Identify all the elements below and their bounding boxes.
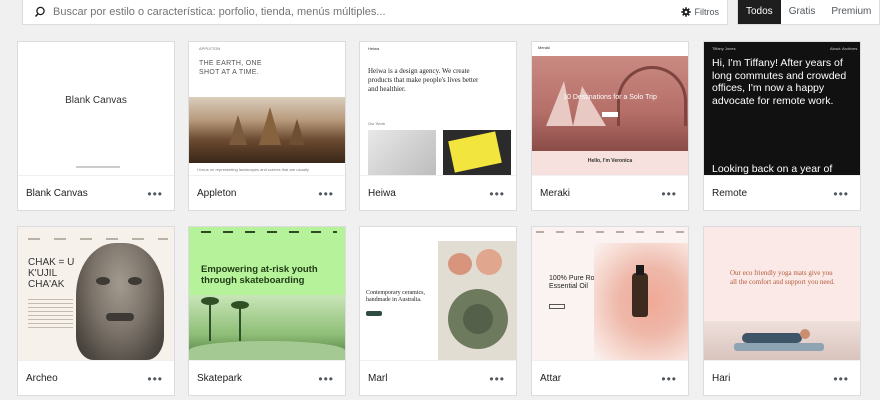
preview-text: Heiwa is a design agency. We create prod…: [368, 67, 479, 93]
more-options-icon[interactable]: •••: [833, 188, 849, 200]
more-options-icon[interactable]: •••: [833, 373, 849, 385]
theme-preview[interactable]: Our eco friendly yoga mats give you all …: [704, 227, 860, 360]
preview-text-2: Looking back on a year of: [712, 163, 833, 175]
preview-stone-head: [76, 243, 164, 360]
preview-headline: CHAK = U K'UJIL CHA'AK: [28, 257, 75, 290]
theme-name[interactable]: Marl: [368, 373, 387, 384]
card-divider: [360, 175, 516, 176]
preview-photo-desert: [189, 97, 345, 163]
preview-heading: Blank Canvas: [65, 95, 127, 106]
preview-nav-lines: [201, 231, 337, 233]
theme-name[interactable]: Meraki: [540, 188, 570, 199]
theme-preview[interactable]: Blank Canvas: [18, 42, 174, 175]
theme-preview[interactable]: Contemporary ceramics, handmade in Austr…: [360, 227, 516, 360]
preview-banner: 10 Destinations for a Solo Trip: [563, 94, 657, 101]
theme-name[interactable]: Hari: [712, 373, 730, 384]
card-divider: [360, 360, 516, 361]
preview-brand: Heiwa: [368, 46, 380, 51]
theme-card-meraki[interactable]: Meraki 10 Destinations for a Solo Trip H…: [531, 41, 689, 211]
preview-brand: APPLETON: [199, 46, 221, 51]
preview-photo-sydney: [532, 56, 688, 151]
theme-name[interactable]: Blank Canvas: [26, 188, 88, 199]
theme-name[interactable]: Archeo: [26, 373, 58, 384]
card-divider: [704, 175, 860, 176]
theme-card-blank-canvas[interactable]: Blank Canvas Blank Canvas •••: [17, 41, 175, 211]
tab-gratis[interactable]: Gratis: [781, 0, 824, 24]
preview-petals: [594, 243, 688, 360]
more-options-icon[interactable]: •••: [318, 188, 334, 200]
theme-card-remote[interactable]: Tiffany Jones About Archives Hi, I'm Tif…: [703, 41, 861, 211]
preview-nav-lines: [536, 231, 684, 233]
more-options-icon[interactable]: •••: [147, 188, 163, 200]
preview-brand: Tiffany Jones: [712, 46, 736, 51]
card-divider: [532, 175, 688, 176]
theme-preview[interactable]: CHAK = U K'UJIL CHA'AK: [18, 227, 174, 360]
preview-nav-about: About: [830, 46, 841, 51]
more-options-icon[interactable]: •••: [661, 373, 677, 385]
preview-photo-yoga: [704, 321, 860, 360]
preview-nav-lines: [28, 238, 168, 240]
theme-preview[interactable]: Meraki 10 Destinations for a Solo Trip H…: [532, 42, 688, 175]
theme-card-heiwa[interactable]: Heiwa Heiwa is a design agency. We creat…: [359, 41, 517, 211]
preview-text: Hi, I'm Tiffany! After years of long com…: [712, 57, 847, 107]
more-options-icon[interactable]: •••: [147, 373, 163, 385]
theme-name[interactable]: Heiwa: [368, 188, 396, 199]
preview-text-lines: [28, 299, 73, 329]
card-divider: [704, 360, 860, 361]
filters-label: Filtros: [694, 7, 720, 17]
search-bar: Filtros: [22, 0, 728, 25]
tab-premium[interactable]: Premium: [823, 0, 879, 24]
preview-banner-button: [602, 112, 618, 117]
preview-work-image-1: [368, 130, 436, 175]
preview-section: Our Work: [368, 121, 386, 126]
preview-text: Our eco friendly yoga mats give you all …: [730, 269, 835, 286]
preview-photo-palms: [189, 295, 345, 360]
more-options-icon[interactable]: •••: [318, 373, 334, 385]
preview-photo-ceramics: [438, 241, 516, 360]
preview-button: [549, 304, 565, 309]
search-input[interactable]: [53, 3, 613, 21]
filters-button[interactable]: Filtros: [680, 3, 720, 21]
more-options-icon[interactable]: •••: [489, 373, 505, 385]
preview-greeting: Hello, I'm Veronica: [587, 158, 633, 164]
preview-footer-line: [76, 166, 120, 168]
tab-todos[interactable]: Todos: [738, 0, 781, 24]
theme-card-marl[interactable]: Contemporary ceramics, handmade in Austr…: [359, 226, 517, 396]
preview-button: [366, 311, 382, 316]
theme-preview[interactable]: Tiffany Jones About Archives Hi, I'm Tif…: [704, 42, 860, 175]
theme-preview[interactable]: 100% Pure Rose Essential Oil: [532, 227, 688, 360]
card-divider: [189, 175, 345, 176]
theme-preview[interactable]: Empowering at-risk youth through skatebo…: [189, 227, 345, 360]
theme-card-attar[interactable]: 100% Pure Rose Essential Oil Attar •••: [531, 226, 689, 396]
preview-caption: I focus on representing landscapes and s…: [197, 167, 309, 172]
theme-name[interactable]: Attar: [540, 373, 561, 384]
preview-work-image-2: [443, 130, 511, 175]
gear-icon: [680, 7, 691, 17]
theme-preview[interactable]: Heiwa Heiwa is a design agency. We creat…: [360, 42, 516, 175]
theme-preview[interactable]: APPLETON THE EARTH, ONE SHOT AT A TIME. …: [189, 42, 345, 175]
theme-name[interactable]: Appleton: [197, 188, 236, 199]
more-options-icon[interactable]: •••: [489, 188, 505, 200]
preview-nav-archives: Archives: [842, 46, 858, 51]
theme-card-appleton[interactable]: APPLETON THE EARTH, ONE SHOT AT A TIME. …: [188, 41, 346, 211]
preview-headline: Empowering at-risk youth through skatebo…: [201, 264, 318, 286]
theme-card-skatepark[interactable]: Empowering at-risk youth through skatebo…: [188, 226, 346, 396]
card-divider: [189, 360, 345, 361]
card-divider: [18, 360, 174, 361]
theme-card-hari[interactable]: Our eco friendly yoga mats give you all …: [703, 226, 861, 396]
search-icon: [34, 6, 45, 17]
more-options-icon[interactable]: •••: [661, 188, 677, 200]
price-filter-tabs: Todos Gratis Premium: [737, 0, 880, 25]
theme-card-archeo[interactable]: CHAK = U K'UJIL CHA'AK Archeo •••: [17, 226, 175, 396]
preview-brand: Meraki: [538, 45, 551, 50]
card-divider: [18, 175, 174, 176]
theme-name[interactable]: Skatepark: [197, 373, 242, 384]
preview-headline: THE EARTH, ONE SHOT AT A TIME.: [199, 60, 262, 76]
preview-text: Contemporary ceramics, handmade in Austr…: [366, 290, 425, 303]
card-divider: [532, 360, 688, 361]
theme-name[interactable]: Remote: [712, 188, 747, 199]
top-bar: Filtros Todos Gratis Premium: [0, 0, 880, 30]
